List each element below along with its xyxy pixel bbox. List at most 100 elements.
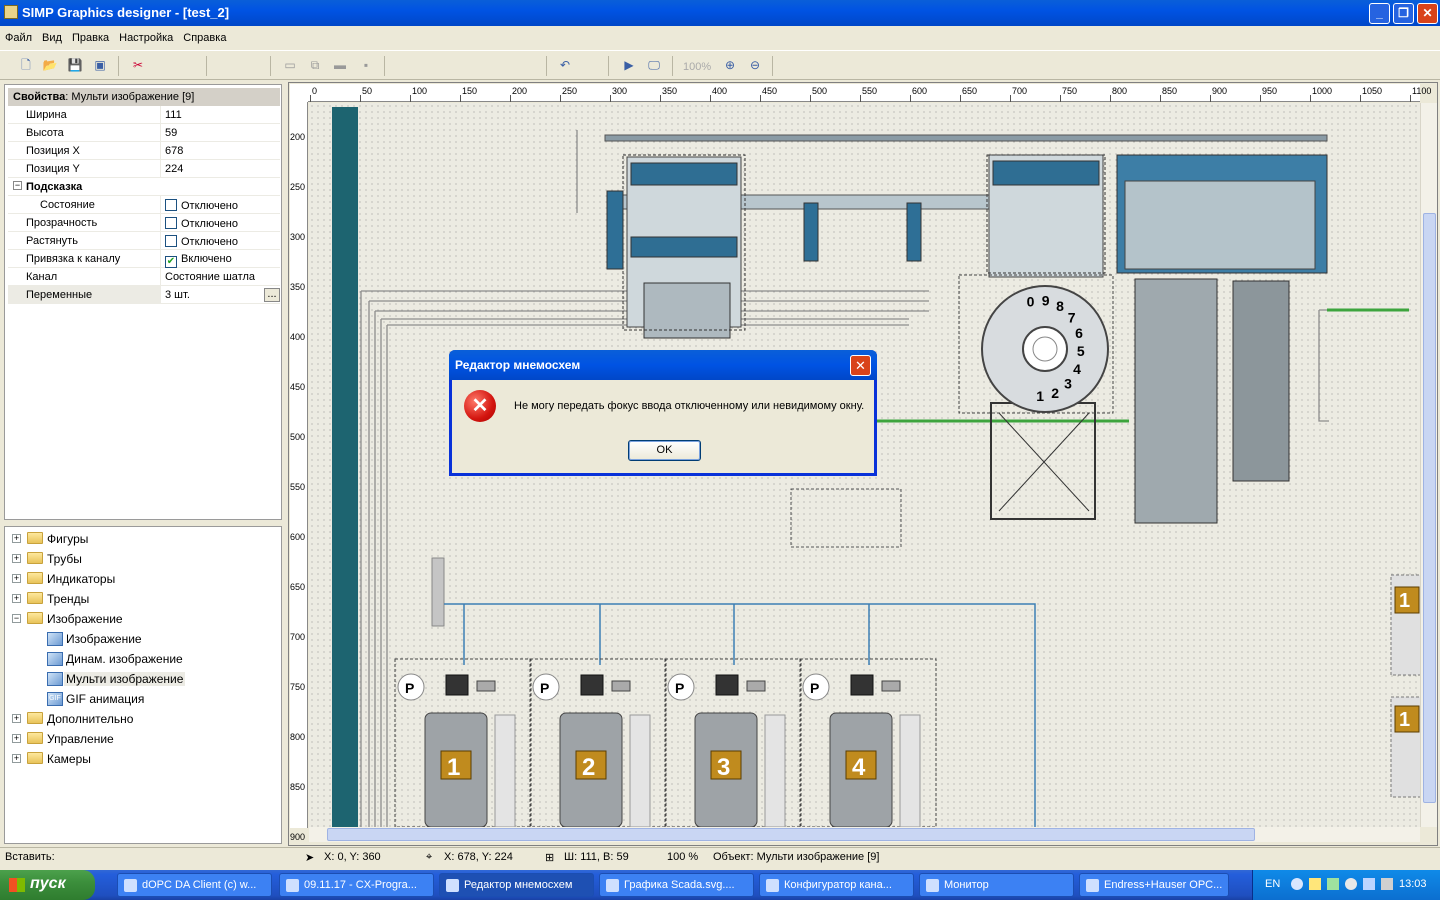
ruler-label: 950 bbox=[1262, 86, 1278, 96]
ok-button[interactable]: OK bbox=[628, 440, 701, 461]
prop-row[interactable]: Позиция Y 224 bbox=[8, 160, 280, 178]
ruler-label: 200 bbox=[512, 86, 528, 96]
task-monitor[interactable]: Монитор bbox=[919, 873, 1074, 897]
prop-row[interactable]: Высота 59 bbox=[8, 124, 280, 142]
horizontal-ruler: 0 50 100 150 200 250 300 350 400 450 500 550 600 650 7… bbox=[308, 84, 1431, 102]
dialog-close-button[interactable]: ✕ bbox=[850, 355, 871, 376]
ruler-tick bbox=[860, 95, 861, 102]
horizontal-scrollbar[interactable] bbox=[309, 827, 1420, 842]
placeholder-box bbox=[790, 488, 902, 548]
app-icon bbox=[1086, 879, 1099, 892]
toolbar-separator bbox=[384, 56, 385, 76]
slider-handle bbox=[431, 557, 445, 627]
status-bar: Вставить: ➤ X: 0, Y: 360 ⌖ X: 678, Y: 22… bbox=[0, 847, 1440, 869]
rotary-number: 8 bbox=[1056, 298, 1064, 314]
tray-icon[interactable] bbox=[1363, 878, 1375, 890]
task-editor[interactable]: Редактор мнемосхем bbox=[439, 873, 594, 897]
minimize-button[interactable]: _ bbox=[1369, 3, 1390, 24]
task-scada-svg[interactable]: Графика Scada.svg.... bbox=[599, 873, 754, 897]
left-wall bbox=[332, 107, 358, 827]
language-indicator[interactable]: EN bbox=[1265, 878, 1280, 890]
prop-row-selected[interactable]: Переменные 3 шт.... bbox=[8, 286, 280, 304]
tray-icon[interactable] bbox=[1309, 878, 1321, 890]
ruler-label: 750 bbox=[1062, 86, 1078, 96]
edge-label: 1 bbox=[1399, 709, 1410, 731]
tray-icon[interactable] bbox=[1327, 878, 1339, 890]
checkbox[interactable] bbox=[165, 199, 177, 211]
status-size: Ш: 111, В: 59 bbox=[564, 851, 629, 863]
vertical-scrollbar[interactable] bbox=[1420, 103, 1437, 827]
task-configurator[interactable]: Конфигуратор кана... bbox=[759, 873, 914, 897]
align-bottom-icon[interactable]: ▪ bbox=[357, 57, 375, 73]
run-icon[interactable]: ▶ bbox=[620, 57, 638, 73]
save-icon[interactable]: 💾 bbox=[66, 57, 84, 73]
prop-row[interactable]: Растянуть Отключено bbox=[8, 232, 280, 250]
ruler-label: 400 bbox=[290, 332, 306, 342]
menu-edit[interactable]: Правка bbox=[67, 27, 114, 44]
ruler-tick bbox=[610, 95, 611, 102]
undo-icon[interactable]: ↶ bbox=[556, 57, 574, 73]
menu-file[interactable]: Файл bbox=[0, 27, 37, 44]
system-tray: EN 13:03 bbox=[1252, 870, 1440, 900]
prop-row[interactable]: Привязка к каналу ✔ Включено bbox=[8, 250, 280, 268]
align-left-icon[interactable]: ▭ bbox=[281, 57, 299, 73]
rotary-number: 1 bbox=[1036, 388, 1044, 404]
ruler-corner bbox=[290, 84, 308, 102]
prop-group-tooltip[interactable]: − Подсказка bbox=[8, 178, 280, 196]
folder-icon bbox=[27, 732, 43, 744]
ruler-label: 900 bbox=[290, 832, 306, 842]
tray-icon[interactable] bbox=[1345, 878, 1357, 890]
prop-row[interactable]: Ширина 111 bbox=[8, 106, 280, 124]
toolbar-separator bbox=[772, 56, 773, 76]
ruler-label: 150 bbox=[462, 86, 478, 96]
app-icon bbox=[446, 879, 459, 892]
collapse-icon[interactable]: − bbox=[13, 181, 22, 190]
align-right-icon[interactable]: ▬ bbox=[331, 57, 349, 73]
ruler-label: 800 bbox=[1112, 86, 1128, 96]
maximize-button[interactable]: ❐ bbox=[1393, 3, 1414, 24]
menu-settings[interactable]: Настройка bbox=[114, 27, 178, 44]
ellipsis-button[interactable]: ... bbox=[264, 288, 280, 302]
checkbox[interactable] bbox=[165, 217, 177, 229]
toolbar-separator bbox=[118, 56, 119, 76]
ruler-tick bbox=[760, 95, 761, 102]
checkbox-checked[interactable]: ✔ bbox=[165, 256, 177, 268]
new-file-icon[interactable]: 🗋 bbox=[17, 57, 35, 73]
close-button[interactable]: ✕ bbox=[1417, 3, 1438, 24]
task-dopc[interactable]: dOPC DA Client (c) w... bbox=[117, 873, 272, 897]
cursor-icon: ➤ bbox=[305, 852, 315, 864]
zoom-out-icon[interactable]: ⊖ bbox=[746, 57, 764, 73]
scroll-thumb[interactable] bbox=[1423, 213, 1436, 803]
cut-icon[interactable]: ✂ bbox=[129, 57, 147, 73]
zoom-in-icon[interactable]: ⊕ bbox=[721, 57, 739, 73]
open-folder-icon[interactable]: 📂 bbox=[41, 57, 59, 73]
monitor-icon[interactable]: 🖵 bbox=[645, 57, 663, 73]
prop-row[interactable]: Состояние Отключено bbox=[8, 196, 280, 214]
prop-row[interactable]: Позиция X 678 bbox=[8, 142, 280, 160]
prop-row[interactable]: Прозрачность Отключено bbox=[8, 214, 280, 232]
ruler-tick bbox=[1060, 95, 1061, 102]
ruler-label: 900 bbox=[1212, 86, 1228, 96]
ruler-tick bbox=[910, 95, 911, 102]
save-all-icon[interactable]: ▣ bbox=[91, 57, 109, 73]
rotary-number: 0 bbox=[1027, 294, 1035, 310]
zoom-level[interactable]: 100% bbox=[683, 61, 711, 73]
prop-row[interactable]: Канал Состояние шатла bbox=[8, 268, 280, 286]
expand-icon: + bbox=[12, 573, 21, 583]
checkbox[interactable] bbox=[165, 235, 177, 247]
tray-icon[interactable] bbox=[1381, 878, 1393, 890]
menu-help[interactable]: Справка bbox=[178, 27, 231, 44]
ruler-label: 50 bbox=[362, 86, 373, 96]
start-button[interactable]: пуск bbox=[0, 870, 95, 900]
properties-header: Свойства: Мульти изображение [9] bbox=[8, 88, 280, 106]
task-cx-programmer[interactable]: 09.11.17 - CX-Progra... bbox=[279, 873, 434, 897]
ruler-label: 300 bbox=[290, 232, 306, 242]
menu-view[interactable]: Вид bbox=[37, 27, 67, 44]
align-center-icon[interactable]: ⧉ bbox=[306, 57, 324, 73]
ruler-tick bbox=[1260, 95, 1261, 102]
scroll-thumb[interactable] bbox=[327, 828, 1255, 841]
folder-icon bbox=[27, 592, 43, 604]
task-endress[interactable]: Endress+Hauser OPC... bbox=[1079, 873, 1229, 897]
ruler-label: 1050 bbox=[1362, 86, 1383, 96]
tray-icon[interactable] bbox=[1291, 878, 1303, 890]
